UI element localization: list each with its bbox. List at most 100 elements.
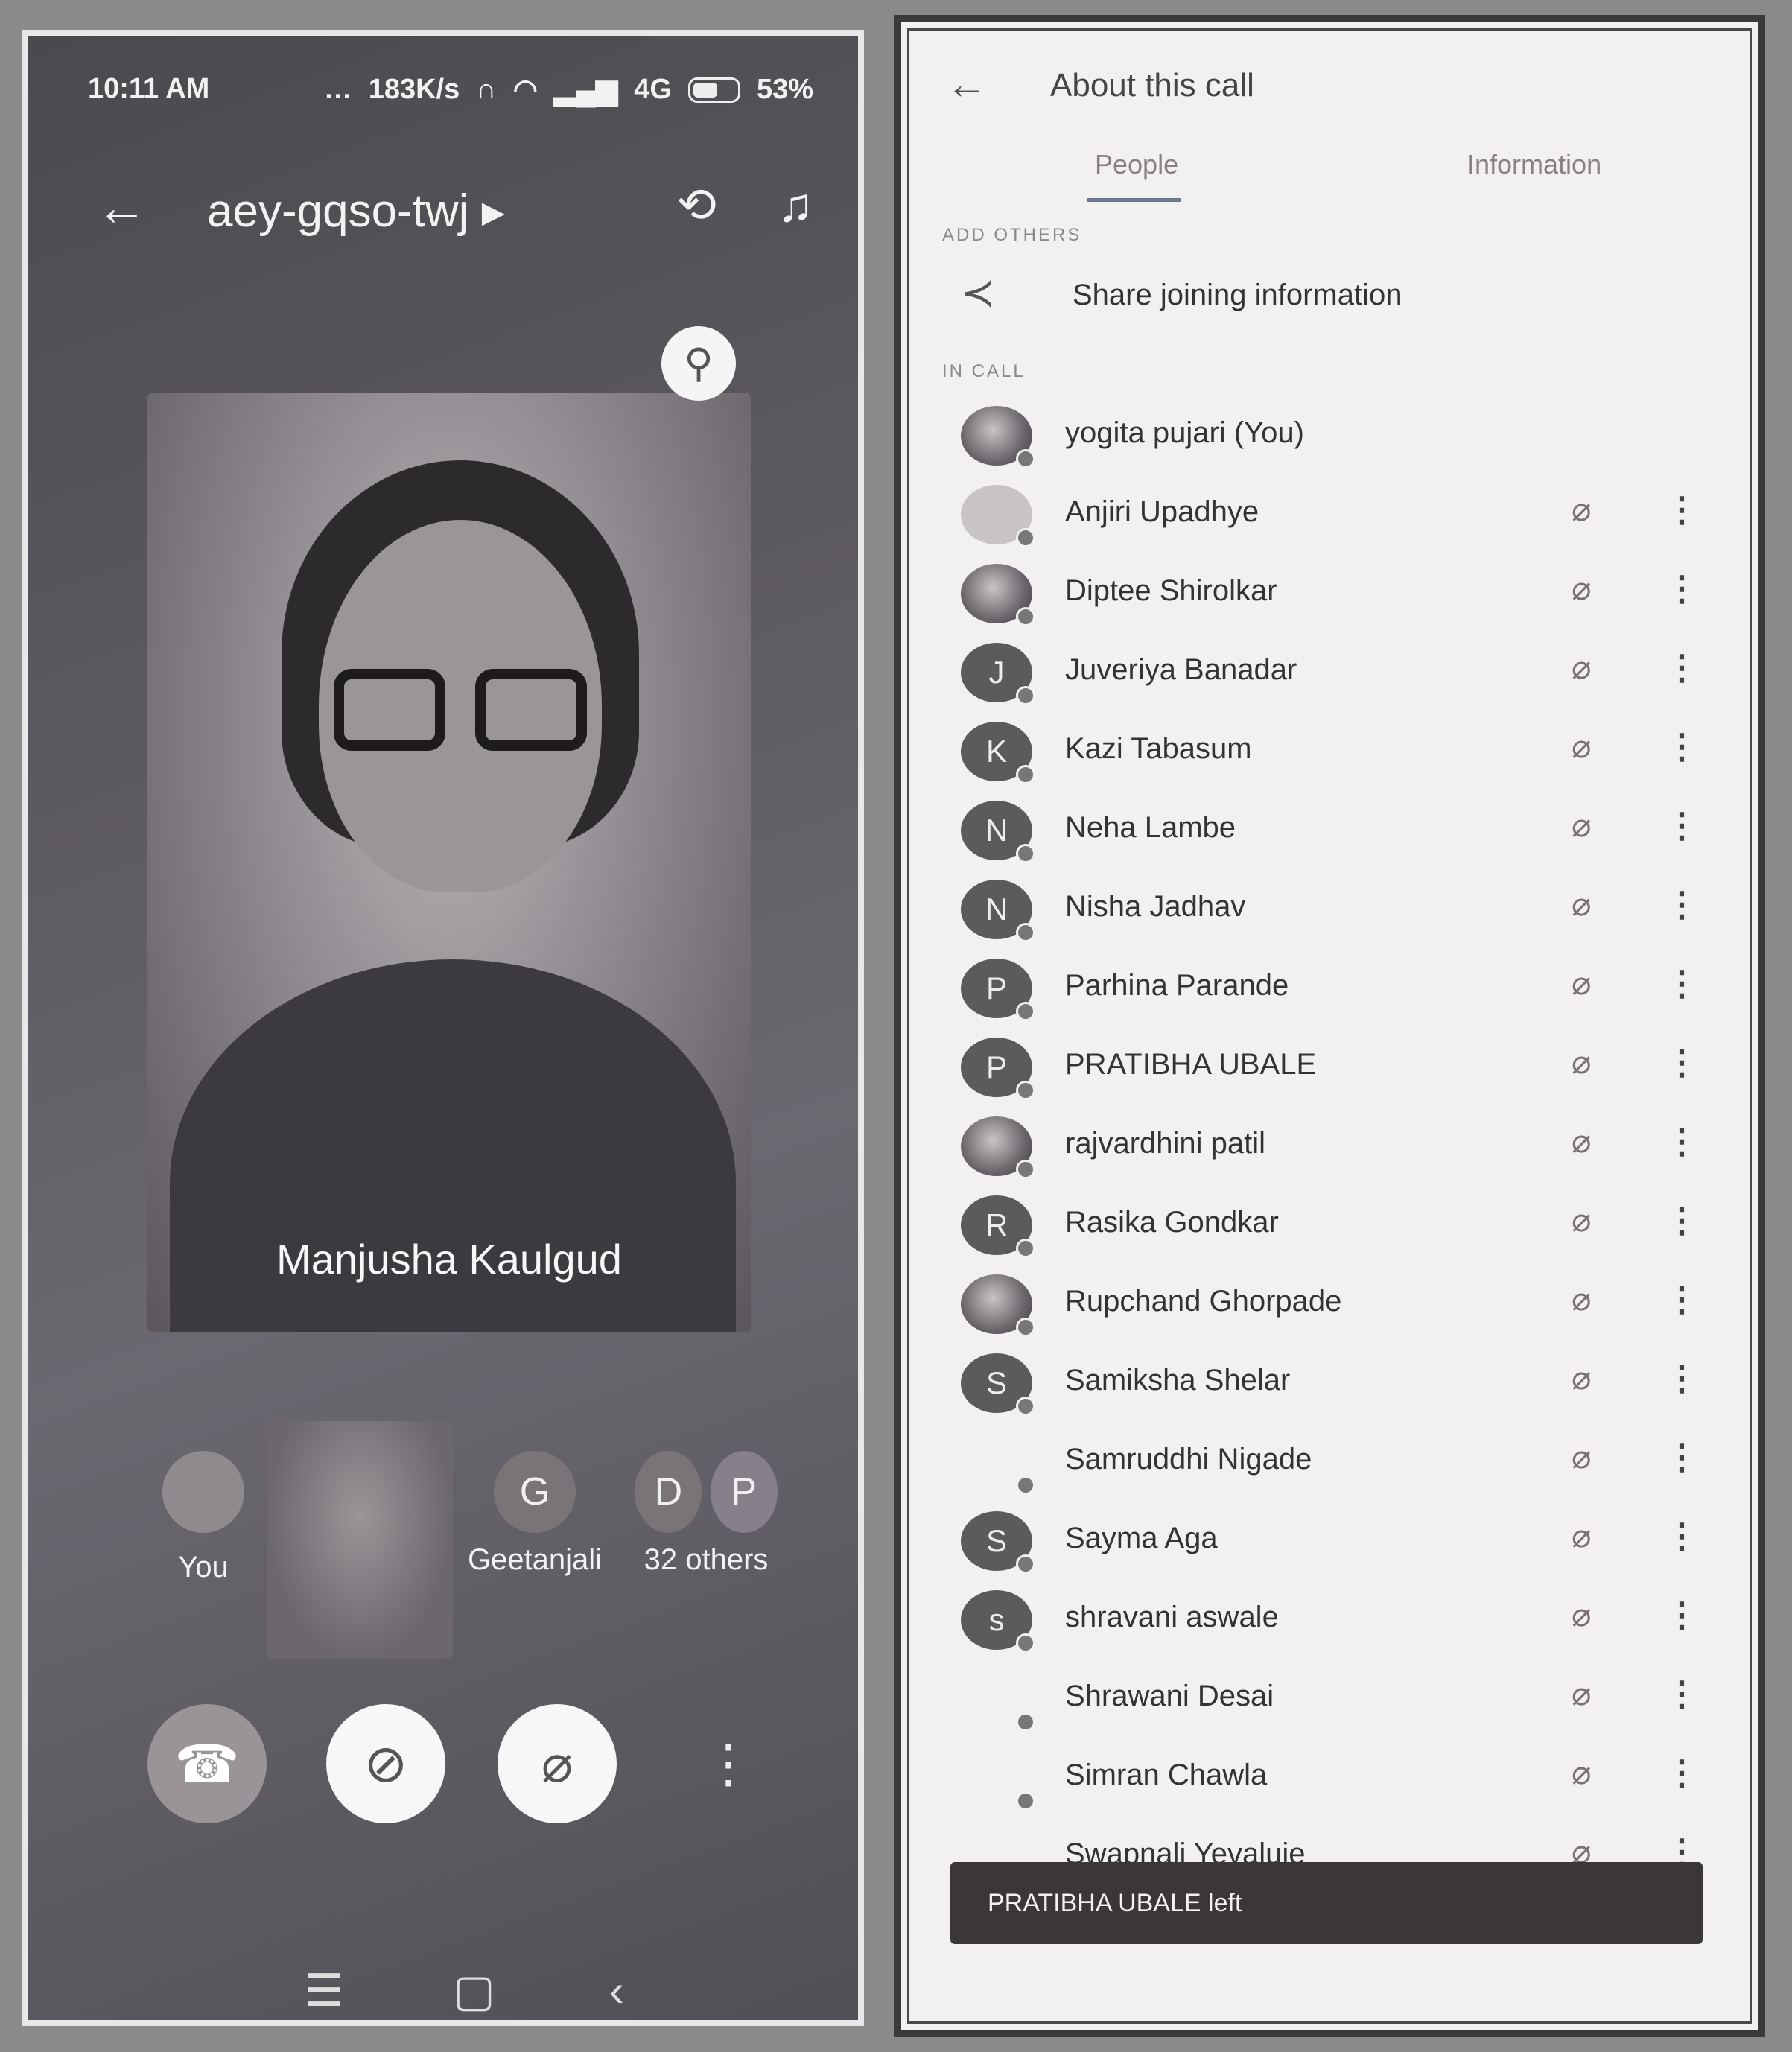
tab-people[interactable]: People xyxy=(1095,149,1178,180)
wifi-icon: ◠ xyxy=(512,74,538,106)
back-arrow-icon[interactable]: ← xyxy=(95,177,147,237)
presence-dot xyxy=(1016,1554,1035,1574)
more-vertical-icon[interactable]: ⋮ xyxy=(1665,1674,1699,1714)
participant-row[interactable]: Diptee Shirolkar ⌀ ⋮ xyxy=(946,556,1699,631)
more-vertical-icon[interactable]: ⋮ xyxy=(1665,1200,1699,1240)
participant-row[interactable]: Anjiri Upadhye ⌀ ⋮ xyxy=(946,477,1699,552)
mic-off-icon[interactable]: ⌀ xyxy=(1572,965,1592,1003)
more-vertical-icon[interactable]: ⋮ xyxy=(1665,1358,1699,1398)
self-video-thumb[interactable] xyxy=(267,1421,453,1659)
mic-off-icon[interactable]: ⌀ xyxy=(1572,1517,1592,1555)
participant-row[interactable]: s shravani aswale ⌀ ⋮ xyxy=(946,1583,1699,1657)
presence-dot xyxy=(1016,844,1035,863)
others-avatar-1: D xyxy=(635,1451,702,1533)
more-vertical-icon[interactable]: ⋮ xyxy=(1665,1595,1699,1635)
presence-dot xyxy=(1016,1791,1035,1811)
mic-off-icon[interactable]: ⌀ xyxy=(1572,570,1592,608)
about-call-screen: ← About this call People Information ADD… xyxy=(894,15,1765,2037)
participant-name: Samruddhi Nigade xyxy=(1065,1443,1312,1476)
presence-dot xyxy=(1016,1633,1035,1653)
participant-row[interactable]: R Rasika Gondkar ⌀ ⋮ xyxy=(946,1188,1699,1262)
participant-row[interactable]: J Juveriya Banadar ⌀ ⋮ xyxy=(946,635,1699,710)
participant-name: Rupchand Ghorpade xyxy=(1065,1285,1342,1318)
participant-row[interactable]: Simran Chawla ⌀ ⋮ xyxy=(946,1741,1699,1815)
battery-percent: 53% xyxy=(756,74,813,105)
mic-off-icon[interactable]: ⌀ xyxy=(1572,1754,1592,1792)
end-call-icon[interactable]: ☎ xyxy=(147,1704,267,1823)
participant-avatar xyxy=(961,564,1035,626)
thumb-geetanjali[interactable]: G Geetanjali xyxy=(460,1451,609,1577)
participant-row[interactable]: yogita pujari (You) xyxy=(946,398,1691,473)
participant-row[interactable]: Shrawani Desai ⌀ ⋮ xyxy=(946,1662,1699,1736)
more-vertical-icon[interactable]: ⋮ xyxy=(1665,726,1699,766)
mic-off-icon[interactable]: ⌀ xyxy=(1572,491,1592,529)
mic-off-icon[interactable]: ⌀ xyxy=(1572,886,1592,924)
presence-dot xyxy=(1016,1397,1035,1416)
more-vertical-icon[interactable]: ⋮ xyxy=(1665,1279,1699,1319)
tab-information[interactable]: Information xyxy=(1467,149,1601,180)
menu-nav-icon[interactable]: ☰ xyxy=(304,1965,344,2017)
more-vertical-icon[interactable]: ⋮ xyxy=(1665,647,1699,687)
thumb-others[interactable]: D P 32 others xyxy=(632,1451,781,1577)
mic-off-icon[interactable]: ⌀ xyxy=(1572,1122,1592,1160)
participant-name: Simran Chawla xyxy=(1065,1759,1268,1791)
more-vertical-icon[interactable]: ⋮ xyxy=(1665,805,1699,845)
participant-name: Shrawani Desai xyxy=(1065,1680,1274,1712)
pin-icon[interactable]: ⚲ xyxy=(661,326,736,401)
mic-off-icon[interactable]: ⌀ xyxy=(1572,649,1592,687)
more-vertical-icon[interactable]: ⋮ xyxy=(1665,1516,1699,1556)
more-vertical-icon[interactable]: ⋮ xyxy=(1665,568,1699,609)
participant-row[interactable]: S Sayma Aga ⌀ ⋮ xyxy=(946,1504,1699,1578)
participant-row[interactable]: S Samiksha Shelar ⌀ ⋮ xyxy=(946,1346,1699,1420)
participant-row[interactable]: Samruddhi Nigade ⌀ ⋮ xyxy=(946,1425,1699,1499)
home-nav-icon[interactable]: ▢ xyxy=(453,1965,495,2017)
mic-off-icon[interactable]: ⌀ xyxy=(1572,1280,1592,1318)
participant-avatar: J xyxy=(961,643,1035,705)
in-call-label: IN CALL xyxy=(942,361,1026,381)
participant-name: Diptee Shirolkar xyxy=(1065,574,1277,607)
more-vertical-icon[interactable]: ⋮ xyxy=(1665,1042,1699,1082)
participant-avatar: N xyxy=(961,880,1035,942)
share-joining-info[interactable]: ≺ Share joining information xyxy=(946,268,1728,328)
participant-row[interactable]: rajvardhini patil ⌀ ⋮ xyxy=(946,1109,1699,1184)
data-speed: 183K/s xyxy=(368,74,460,105)
meeting-code[interactable]: aey-gqso-twj ▸ xyxy=(207,183,505,238)
mic-off-icon[interactable]: ⌀ xyxy=(1572,1044,1592,1081)
mic-off-icon[interactable]: ⌀ xyxy=(1572,1675,1592,1713)
mic-off-icon[interactable]: ⌀ xyxy=(1572,1438,1592,1476)
participant-avatar xyxy=(961,1274,1035,1337)
participant-avatar: N xyxy=(961,801,1035,863)
mic-off-icon[interactable]: ⌀ xyxy=(1572,1596,1592,1634)
participant-row[interactable]: N Nisha Jadhav ⌀ ⋮ xyxy=(946,872,1699,947)
mic-off-icon[interactable]: ⌀ xyxy=(1572,1359,1592,1397)
mic-off-icon[interactable]: ⌀ xyxy=(1572,1201,1592,1239)
participant-row[interactable]: K Kazi Tabasum ⌀ ⋮ xyxy=(946,714,1699,789)
participant-row[interactable]: P PRATIBHA UBALE ⌀ ⋮ xyxy=(946,1030,1699,1105)
back-nav-icon[interactable]: ‹ xyxy=(609,1965,624,2016)
participant-video-glasses xyxy=(334,669,587,751)
camera-off-icon[interactable]: ⊘ xyxy=(326,1704,445,1823)
share-joining-label: Share joining information xyxy=(1073,279,1402,311)
participant-row[interactable]: Rupchand Ghorpade ⌀ ⋮ xyxy=(946,1267,1699,1341)
main-video-tile[interactable]: Manjusha Kaulgud xyxy=(147,393,751,1332)
more-vertical-icon[interactable]: ⋮ xyxy=(1665,884,1699,924)
more-vertical-icon[interactable]: ⋮ xyxy=(1665,1121,1699,1161)
headphones-icon[interactable]: ♫ xyxy=(778,177,813,232)
mic-off-icon[interactable]: ⌀ xyxy=(498,1704,617,1823)
more-vertical-icon[interactable]: ⋮ xyxy=(1665,489,1699,530)
participant-avatar xyxy=(961,1748,1035,1811)
thumb-you[interactable]: You xyxy=(147,1451,259,1584)
call-controls: ☎ ⊘ ⌀ ⋮ xyxy=(147,1704,788,1838)
more-vertical-icon[interactable]: ⋮ xyxy=(669,1704,788,1823)
active-tab-indicator xyxy=(1087,198,1181,202)
more-vertical-icon[interactable]: ⋮ xyxy=(1665,963,1699,1003)
mic-off-icon[interactable]: ⌀ xyxy=(1572,807,1592,845)
more-vertical-icon[interactable]: ⋮ xyxy=(1665,1753,1699,1793)
thumb-geetanjali-label: Geetanjali xyxy=(467,1543,603,1576)
flip-camera-icon[interactable]: ⟲ xyxy=(676,177,717,233)
participant-row[interactable]: P Parhina Parande ⌀ ⋮ xyxy=(946,951,1699,1026)
back-arrow-icon[interactable]: ← xyxy=(946,60,988,108)
more-vertical-icon[interactable]: ⋮ xyxy=(1665,1437,1699,1477)
mic-off-icon[interactable]: ⌀ xyxy=(1572,728,1592,766)
participant-row[interactable]: N Neha Lambe ⌀ ⋮ xyxy=(946,793,1699,868)
